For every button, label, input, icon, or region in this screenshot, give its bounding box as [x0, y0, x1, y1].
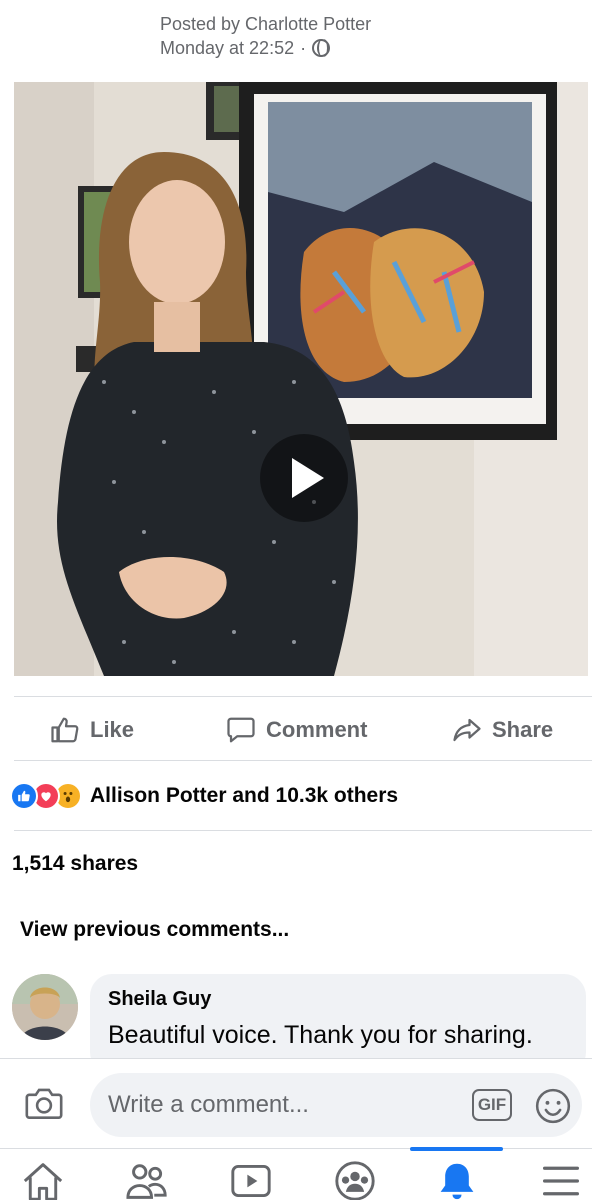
tab-home[interactable]	[18, 1161, 68, 1200]
comment-button[interactable]: Comment	[226, 715, 367, 745]
posted-by[interactable]: Posted by Charlotte Potter	[160, 12, 371, 36]
play-button[interactable]	[260, 434, 348, 522]
globe-icon	[312, 39, 331, 57]
tab-watch[interactable]	[226, 1161, 276, 1200]
like-button[interactable]: Like	[50, 715, 134, 745]
reactions-summary-text: Allison Potter and 10.3k others	[90, 784, 399, 807]
divider	[14, 760, 592, 761]
tab-notifications[interactable]	[432, 1161, 482, 1200]
like-label: Like	[90, 717, 135, 742]
reactions-summary[interactable]: Allison Potter and 10.3k others	[10, 782, 398, 810]
divider	[14, 830, 592, 831]
video-thumbnail	[14, 82, 588, 676]
post-timestamp[interactable]: Monday at 22:52	[160, 36, 294, 60]
video-player[interactable]	[14, 82, 588, 676]
groups-icon	[335, 1161, 375, 1200]
speech-bubble-icon	[227, 717, 255, 743]
home-icon	[23, 1163, 63, 1200]
comment-author[interactable]: Sheila Guy	[108, 988, 568, 1011]
share-label: Share	[492, 717, 554, 742]
like-reaction-icon	[10, 782, 38, 810]
thumbs-up-icon	[51, 717, 79, 743]
shares-count[interactable]: 1,514 shares	[12, 852, 138, 876]
comment-label: Comment	[266, 717, 368, 742]
tab-friends[interactable]	[122, 1161, 172, 1200]
friends-icon	[126, 1164, 167, 1199]
notifications-icon	[440, 1163, 474, 1200]
reaction-icons	[10, 782, 82, 810]
post-header: Posted by Charlotte Potter Monday at 22:…	[160, 12, 371, 60]
comment-text: Beautiful voice. Thank you for sharing.	[108, 1021, 533, 1049]
bottom-tab-bar	[0, 1147, 592, 1200]
action-bar: Like Comment Share	[0, 700, 592, 760]
share-arrow-icon	[453, 718, 481, 742]
view-previous-comments-link[interactable]: View previous comments...	[20, 918, 289, 942]
divider	[14, 696, 592, 697]
avatar[interactable]	[12, 974, 78, 1040]
commenter-photo	[12, 974, 78, 1040]
post-meta: Monday at 22:52 ·	[160, 36, 371, 60]
meta-separator: ·	[300, 38, 307, 58]
share-button[interactable]: Share	[452, 715, 553, 745]
smiley-icon[interactable]	[534, 1087, 572, 1125]
camera-icon[interactable]	[24, 1085, 64, 1121]
menu-icon	[543, 1166, 579, 1196]
watch-icon	[231, 1165, 271, 1197]
play-icon	[292, 458, 324, 498]
comment-composer: GIF	[0, 1058, 592, 1148]
active-tab-indicator	[410, 1147, 503, 1151]
tab-groups[interactable]	[330, 1161, 380, 1200]
gif-button[interactable]: GIF	[472, 1089, 512, 1121]
tab-menu[interactable]	[536, 1161, 586, 1200]
